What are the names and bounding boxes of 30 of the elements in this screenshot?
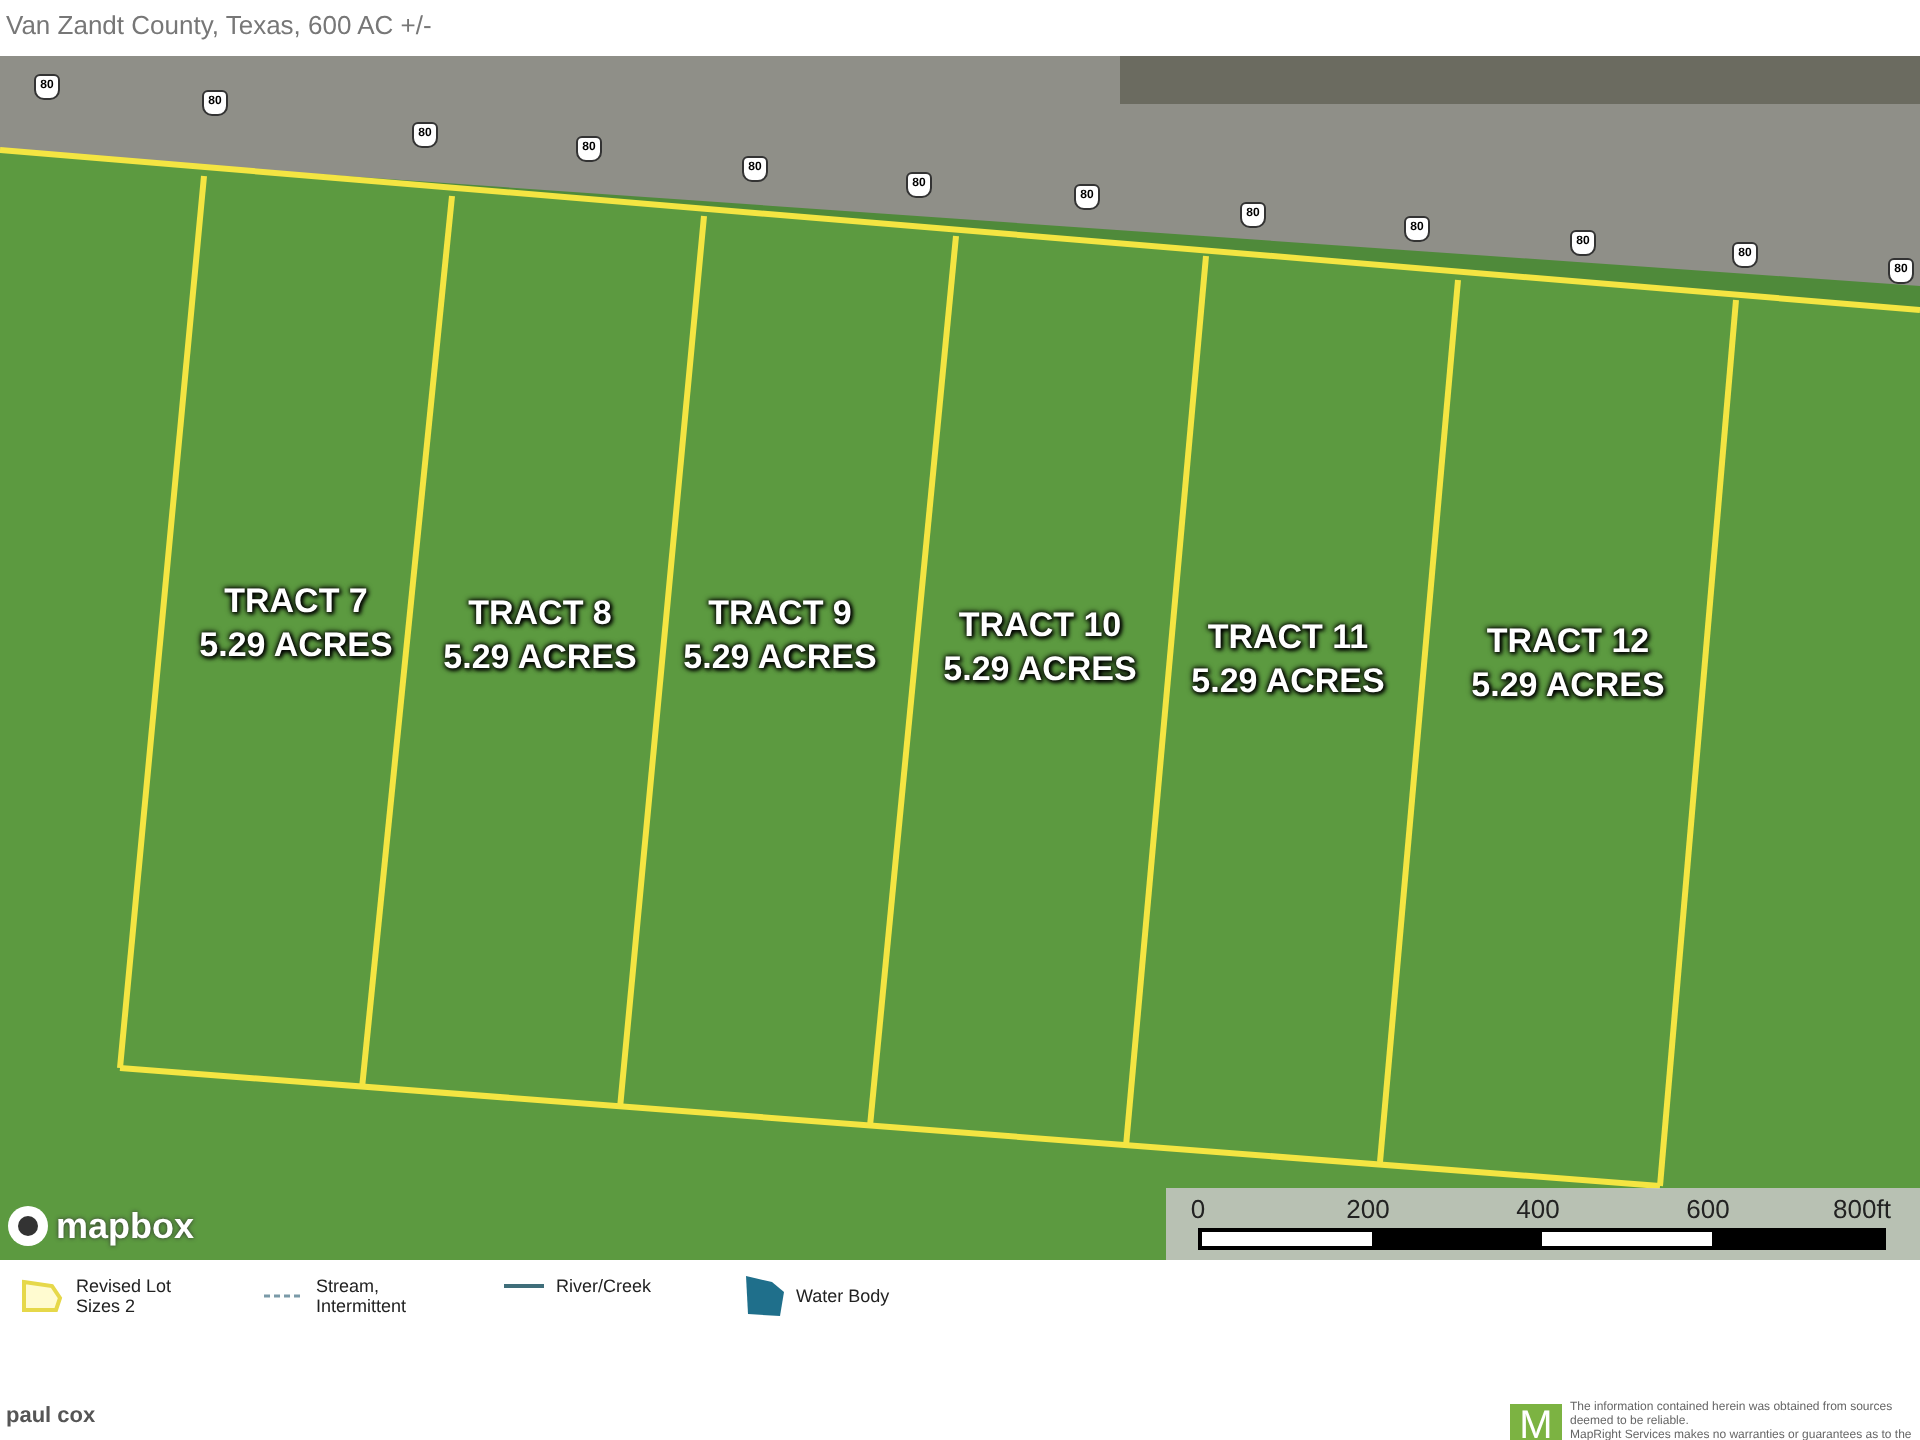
water-body-icon	[744, 1276, 784, 1316]
tract-name: TRACT 12	[1484, 620, 1652, 664]
tract-name: TRACT 10	[956, 604, 1124, 648]
agent-name: paul cox	[6, 1404, 96, 1428]
tract-area: 5.29 ACRES	[683, 636, 877, 680]
tract-area: 5.29 ACRES	[199, 624, 393, 668]
tract-name: TRACT 7	[222, 580, 370, 624]
scale-label: 800ft	[1833, 1194, 1891, 1224]
legend-label: Stream, Intermittent	[316, 1276, 409, 1316]
scale-label: 0	[1190, 1194, 1206, 1224]
mapbox-logo-icon	[6, 1204, 50, 1248]
legend-label: River/Creek	[556, 1276, 654, 1296]
tract-area: 5.29 ACRES	[443, 636, 637, 680]
legend-label: Water Body	[796, 1286, 892, 1306]
tract-name: TRACT 9	[706, 592, 854, 636]
tract-name: TRACT 11	[1205, 616, 1371, 660]
line-icon	[504, 1282, 544, 1290]
lot-polygon-icon	[20, 1278, 64, 1314]
scale-label: 400	[1516, 1194, 1560, 1224]
tract-area: 5.29 ACRES	[1471, 664, 1665, 708]
tract-area: 5.29 ACRES	[943, 648, 1137, 692]
map-attribution: mapbox	[56, 1205, 195, 1247]
company-logo: M	[1510, 1404, 1562, 1440]
tract-name: TRACT 8	[466, 592, 614, 636]
map-subtitle: Van Zandt County, Texas, 600 AC +/-	[6, 10, 432, 40]
scale-label: 600	[1686, 1194, 1730, 1224]
dashed-line-icon	[264, 1292, 304, 1300]
legend-label: Revised Lot Sizes 2	[76, 1276, 174, 1316]
scale-label: 200	[1346, 1194, 1390, 1224]
tract-area: 5.29 ACRES	[1191, 660, 1385, 704]
